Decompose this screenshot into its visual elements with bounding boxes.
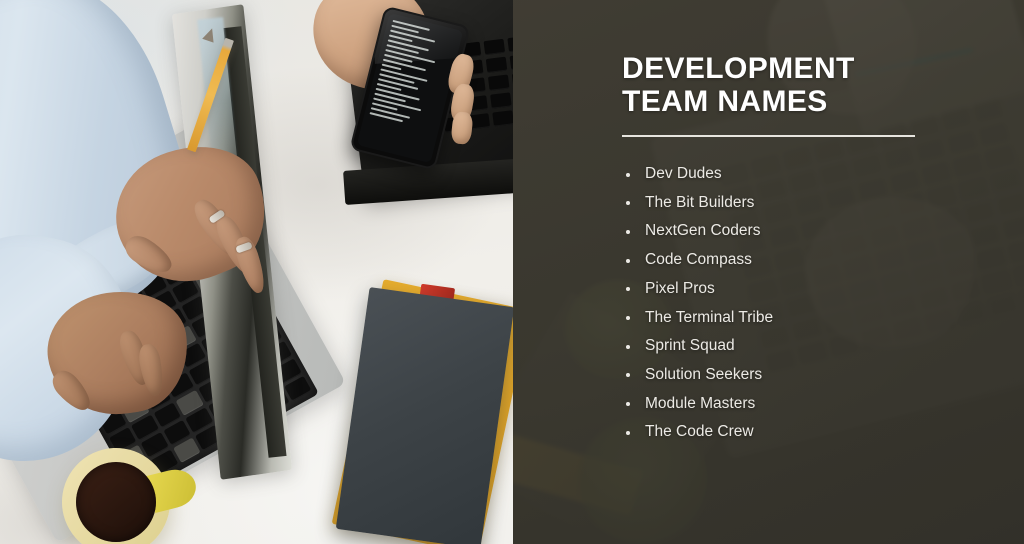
desk-photo-left (0, 0, 513, 544)
bullet-icon (626, 373, 630, 378)
list-item: Module Masters (622, 390, 1022, 419)
list-item: Dev Dudes (622, 160, 1022, 189)
bullet-icon (626, 402, 630, 407)
panel-content: DEVELOPMENT TEAM NAMES Dev Dudes The Bit… (622, 52, 1022, 447)
list-item-label: The Code Crew (645, 423, 754, 441)
list-item-label: Sprint Squad (645, 337, 735, 355)
bullet-icon (626, 172, 630, 177)
list-item-label: NextGen Coders (645, 222, 761, 240)
bullet-icon (626, 229, 630, 234)
list-item-label: Code Compass (645, 251, 752, 269)
list-item: Pixel Pros (622, 275, 1022, 304)
list-item-label: Pixel Pros (645, 279, 715, 297)
title-divider (622, 135, 915, 137)
list-item-label: Module Masters (645, 394, 756, 412)
bullet-icon (626, 258, 630, 263)
coffee-liquid (76, 462, 156, 542)
list-item: The Bit Builders (622, 189, 1022, 218)
list-item-label: Solution Seekers (645, 365, 763, 383)
text-panel-right: DEVELOPMENT TEAM NAMES Dev Dudes The Bit… (513, 0, 1024, 544)
infographic-page: DEVELOPMENT TEAM NAMES Dev Dudes The Bit… (0, 0, 1024, 544)
list-item: Sprint Squad (622, 332, 1022, 361)
bullet-icon (626, 316, 630, 321)
list-item-label: The Bit Builders (645, 193, 755, 211)
page-title: DEVELOPMENT TEAM NAMES (622, 52, 855, 118)
bullet-icon (626, 287, 630, 292)
list-item-label: Dev Dudes (645, 165, 722, 182)
list-item: The Terminal Tribe (622, 304, 1022, 333)
list-item: NextGen Coders (622, 217, 1022, 246)
list-item: The Code Crew (622, 418, 1022, 447)
bullet-icon (626, 430, 630, 435)
list-item-label: The Terminal Tribe (645, 308, 774, 326)
list-item: Code Compass (622, 246, 1022, 275)
bullet-icon (626, 344, 630, 349)
team-name-list: Dev Dudes The Bit Builders NextGen Coder… (622, 160, 1022, 447)
list-item: Solution Seekers (622, 361, 1022, 390)
bullet-icon (626, 201, 630, 206)
